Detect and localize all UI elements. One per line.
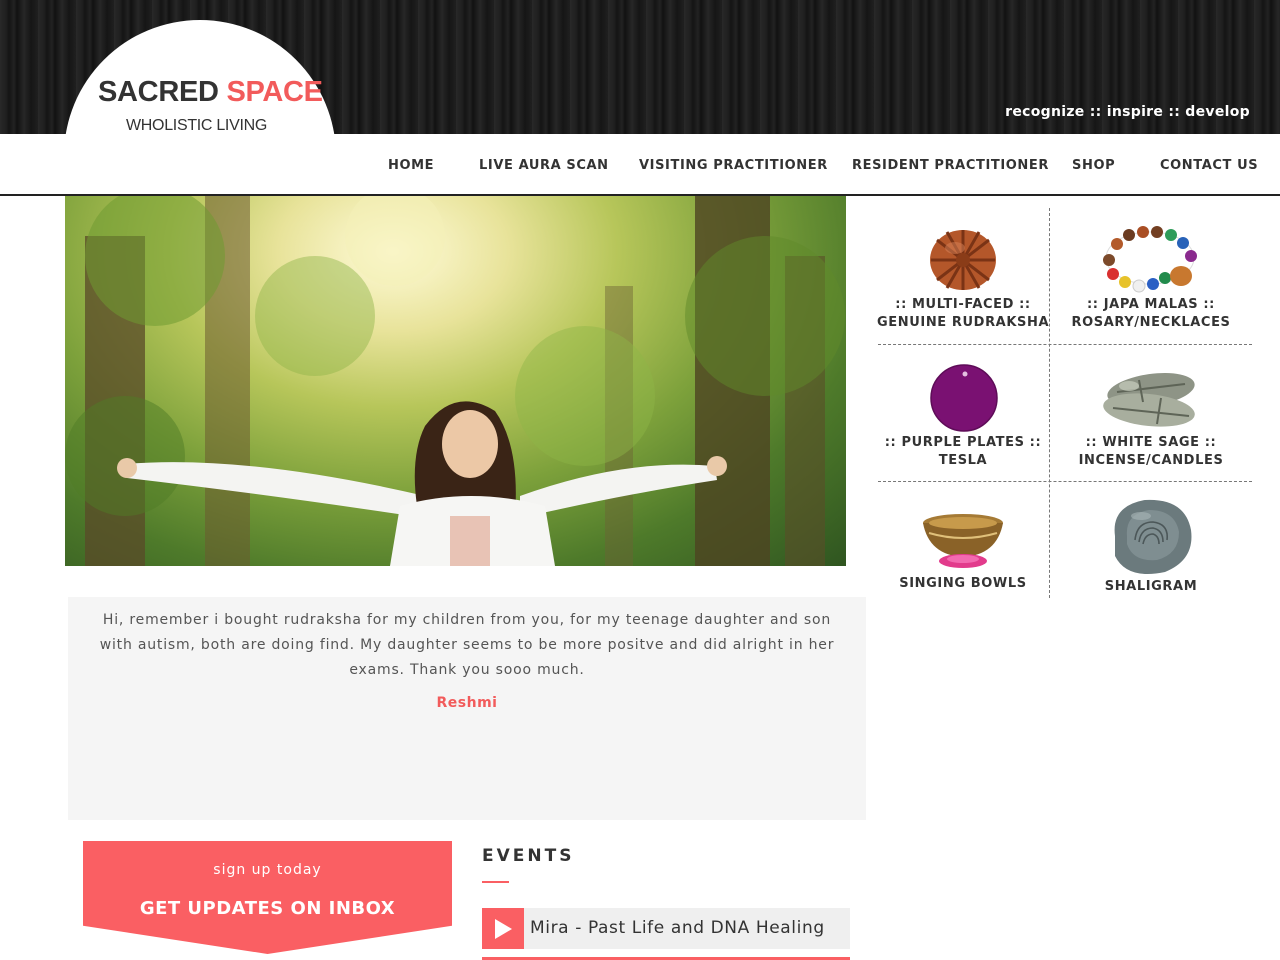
bead-bracelet-icon bbox=[1099, 224, 1201, 298]
shop-label-line2: INCENSE/CANDLES bbox=[1078, 453, 1224, 468]
shop-label-line1: SINGING BOWLS bbox=[899, 576, 1027, 591]
signup-title: GET UPDATES ON INBOX bbox=[139, 898, 396, 919]
events-heading-underline bbox=[482, 881, 509, 883]
logo-word-1: SACRED bbox=[98, 76, 219, 108]
logo-subtitle: WHOLISTIC LIVING bbox=[126, 117, 267, 134]
shop-item-purple-plates[interactable]: :: PURPLE PLATES :: TESLA bbox=[877, 360, 1049, 472]
shop-label-line1: :: MULTI-FACED :: bbox=[895, 297, 1031, 312]
sage-bundle-icon bbox=[1099, 362, 1203, 436]
shop-label-line2: TESLA bbox=[938, 453, 988, 468]
main-nav: HOME LIVE AURA SCAN VISITING PRACTITIONE… bbox=[0, 134, 1280, 196]
singing-bowl-icon bbox=[921, 511, 1005, 573]
shop-item-japa-malas[interactable]: :: JAPA MALAS :: ROSARY/NECKLACES bbox=[1065, 222, 1237, 334]
nav-item-live-aura-scan[interactable]: LIVE AURA SCAN bbox=[479, 158, 609, 173]
shaligram-stone-icon bbox=[1105, 496, 1195, 580]
site-logo[interactable]: SACRED SPACE WHOLISTIC LIVING bbox=[64, 20, 336, 134]
shop-grid-vertical-divider bbox=[1049, 208, 1050, 598]
shop-item-shaligram[interactable]: SHALIGRAM bbox=[1065, 494, 1237, 598]
events-heading: EVENTS bbox=[482, 846, 575, 866]
shop-label-line1: SHALIGRAM bbox=[1104, 579, 1198, 594]
play-icon bbox=[482, 908, 524, 949]
shop-label-line1: :: PURPLE PLATES :: bbox=[884, 435, 1042, 450]
shop-label-line2: GENUINE RUDRAKSHA bbox=[877, 315, 1050, 330]
hero-illustration bbox=[65, 196, 845, 566]
nav-item-contact-us[interactable]: CONTACT US bbox=[1160, 158, 1258, 173]
shop-label-line1: :: JAPA MALAS :: bbox=[1087, 297, 1215, 312]
logo-word-2: SPACE bbox=[226, 76, 323, 108]
shop-item-rudraksha[interactable]: :: MULTI-FACED :: GENUINE RUDRAKSHA bbox=[877, 222, 1049, 334]
event-title: Mira - Past Life and DNA Healing bbox=[530, 918, 825, 938]
shop-grid-divider bbox=[878, 344, 1252, 345]
nav-item-home[interactable]: HOME bbox=[388, 158, 434, 173]
nav-item-resident-practitioner[interactable]: RESIDENT PRACTITIONER bbox=[852, 158, 1049, 173]
testimonial-text: Hi, remember i bought rudraksha for my c… bbox=[99, 612, 835, 678]
shop-grid-divider bbox=[878, 481, 1252, 482]
hero-image bbox=[65, 196, 846, 566]
rudraksha-bead-icon bbox=[927, 226, 999, 296]
nav-item-shop[interactable]: SHOP bbox=[1072, 158, 1115, 173]
testimonial-box: Hi, remember i bought rudraksha for my c… bbox=[68, 597, 866, 820]
shop-item-white-sage[interactable]: :: WHITE SAGE :: INCENSE/CANDLES bbox=[1065, 360, 1237, 472]
testimonial-author: Reshmi bbox=[436, 695, 498, 711]
nav-item-visiting-practitioner[interactable]: VISITING PRACTITIONER bbox=[639, 158, 828, 173]
purple-plate-icon bbox=[930, 364, 998, 436]
logo-title: SACRED SPACE bbox=[98, 76, 323, 109]
shop-item-singing-bowls[interactable]: SINGING BOWLS bbox=[877, 505, 1049, 595]
signup-kicker: sign up today bbox=[213, 862, 322, 878]
newsletter-signup-button[interactable]: sign up today GET UPDATES ON INBOX bbox=[83, 841, 452, 954]
shop-label-line2: ROSARY/NECKLACES bbox=[1071, 315, 1231, 330]
event-item[interactable]: Mira - Past Life and DNA Healing bbox=[482, 908, 850, 949]
shop-label-line1: :: WHITE SAGE :: bbox=[1085, 435, 1217, 450]
site-tagline: recognize :: inspire :: develop bbox=[1005, 104, 1250, 120]
